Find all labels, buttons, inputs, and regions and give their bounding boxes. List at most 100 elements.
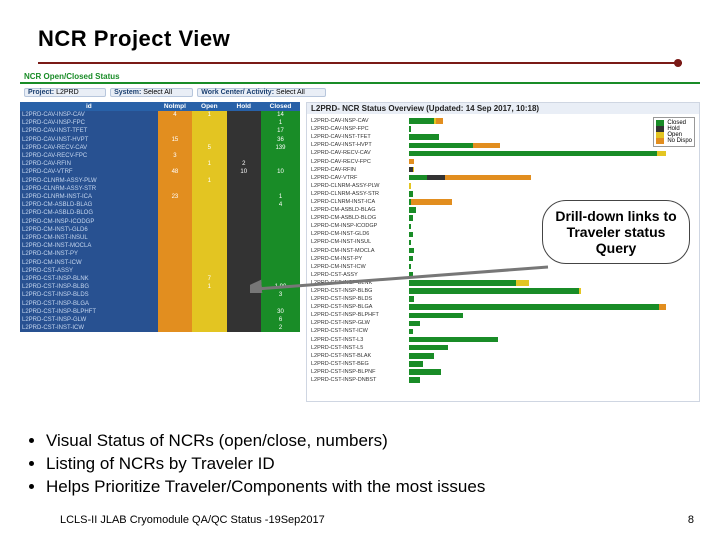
cell-open [192,300,226,308]
workcenter-filter[interactable]: Work Center/ Activity: [197,88,326,97]
traveler-link[interactable]: L2PRD-CM-INST-MOCLA [22,243,91,249]
cell-open [192,136,226,144]
traveler-link[interactable]: L2PRD-CAV-INST-TFET [22,128,87,134]
cell-closed [261,185,300,193]
col-id: id [20,102,158,111]
traveler-link[interactable]: L2PRD-CAV-INST-HVPT [22,137,88,143]
col-closed: Closed [261,102,300,111]
workcenter-input[interactable] [276,89,322,96]
cell-hold [227,152,261,160]
traveler-link[interactable]: L2PRD-CST-INSP-BLGA [22,301,89,307]
bar-seg-closed [409,118,434,124]
footer-text: LCLS-II JLAB Cryomodule QA/QC Status -19… [60,514,325,526]
traveler-link[interactable]: L2PRD-CM-INST-PY [22,251,78,257]
traveler-link[interactable]: L2PRD-CST-INSP-BLNK [22,276,89,282]
traveler-link[interactable]: L2PRD-CST-INSP-BLBG [22,284,89,290]
table-row: L2PRD-CAV-INSP-CAV4114 [20,111,300,119]
traveler-link[interactable]: L2PRD-CLNRM-ASSY-PLW [22,178,97,184]
cell-open [192,291,226,299]
bar-seg-closed [409,272,413,278]
traveler-link[interactable]: L2PRD-CAV-RECV-CAV [22,145,87,151]
bar-seg-closed [409,353,434,359]
bar-track [409,159,695,165]
bar-seg-nodispo [659,304,666,310]
bar-label: L2PRD-CM-INST-INSUL [311,239,409,245]
bar-label: L2PRD-CAV-RECV-CAV [311,150,409,156]
bar-track [409,288,695,294]
bar-row: L2PRD-CAV-INSP-FPC [311,125,695,133]
system-input[interactable] [143,89,189,96]
bar-label: L2PRD-CAV-RFIN [311,167,409,173]
table-row: L2PRD-CM-INSP-ICODGP [20,218,300,226]
callout-bubble: Drill-down links to Traveler status Quer… [542,200,690,264]
bar-seg-closed [409,224,411,230]
bar-label: L2PRD-CST-INSP-GLW [311,320,409,326]
cell-closed [261,242,300,250]
traveler-link[interactable]: L2PRD-CM-INST-ICW [22,260,82,266]
table-row: L2PRD-CM-ASBLD-BLAG4 [20,201,300,209]
table-row: L2PRD-CAV-VTRF481010 [20,168,300,176]
table-row: L2PRD-CAV-RECV-CAV5139 [20,144,300,152]
cell-hold [227,209,261,217]
table-row: L2PRD-CM-INST\-GLD6 [20,226,300,234]
traveler-link[interactable]: L2PRD-CLNRM-ASSY-STR [22,186,96,192]
project-filter[interactable]: Project: [24,88,106,97]
cell-open [192,185,226,193]
traveler-link[interactable]: L2PRD-CST-INSP-BLPHFT [22,309,96,315]
cell-closed: 17 [261,127,300,135]
cell-no [158,160,192,168]
cell-open [192,168,226,176]
traveler-link[interactable]: L2PRD-CAV-INSP-FPC [22,120,85,126]
cell-open [192,201,226,209]
bar-label: L2PRD-CLNRM-ASSY-STR [311,191,409,197]
bar-seg-closed [409,232,413,238]
cell-closed [261,226,300,234]
traveler-link[interactable]: L2PRD-CAV-RFIN [22,161,71,167]
cell-hold [227,234,261,242]
table-row: L2PRD-CST-INSP-BLPHFT30 [20,308,300,316]
traveler-link[interactable]: L2PRD-CAV-VTRF [22,169,73,175]
cell-hold [227,324,261,332]
bar-label: L2PRD-CM-INST-MOCLA [311,248,409,254]
bar-label: L2PRD-CLNRM-INST-ICA [311,199,409,205]
dash-heading: NCR Open/Closed Status [20,72,120,81]
cell-hold [227,267,261,275]
traveler-link[interactable]: L2PRD-CST-INST-ICW [22,325,84,331]
cell-open [192,127,226,135]
bar-track [409,377,695,383]
traveler-link[interactable]: L2PRD-CST-ASSY [22,268,73,274]
traveler-link[interactable]: L2PRD-CAV-INSP-CAV [22,112,85,118]
bar-seg-closed [409,377,420,383]
cell-no [158,259,192,267]
cell-open [192,209,226,217]
traveler-link[interactable]: L2PRD-CLNRM-INST-ICA [22,194,92,200]
table-row: L2PRD-CM-INST-MOCLA [20,242,300,250]
traveler-link[interactable]: L2PRD-CM-INSP-ICODGP [22,219,94,225]
traveler-link[interactable]: L2PRD-CST-INSP-GLW [22,317,86,323]
bar-track [409,345,695,351]
traveler-link[interactable]: L2PRD-CM-ASBLD-BLOG [22,210,93,216]
traveler-link[interactable]: L2PRD-CAV-RECV-FPC [22,153,87,159]
bar-seg-nodispo [409,159,414,165]
cell-closed: 1 [261,193,300,201]
slide-footer: LCLS-II JLAB Cryomodule QA/QC Status -19… [60,514,694,526]
project-input[interactable] [56,89,102,96]
traveler-link[interactable]: L2PRD-CM-ASBLD-BLAG [22,202,92,208]
bar-seg-closed [409,126,411,132]
traveler-link[interactable]: L2PRD-CST-INSP-BLDS [22,292,89,298]
bar-seg-closed [409,321,420,327]
table-row: L2PRD-CST-INSP-GLW6 [20,316,300,324]
system-label: System: [114,89,141,96]
bar-seg-closed [409,304,659,310]
bar-seg-closed [409,345,448,351]
system-filter[interactable]: System: [110,88,193,97]
bar-seg-closed [409,191,413,197]
bar-track [409,337,695,343]
cell-no: 23 [158,193,192,201]
traveler-link[interactable]: L2PRD-CM-INST\-GLD6 [22,227,88,233]
cell-open: 7 [192,275,226,283]
traveler-link[interactable]: L2PRD-CM-INST-INSUL [22,235,88,241]
ncr-table: idNoImplOpenHoldClosed L2PRD-CAV-INSP-CA… [20,102,300,332]
bar-row: L2PRD-CST-INSP-BLGA [311,303,695,311]
cell-open [192,193,226,201]
